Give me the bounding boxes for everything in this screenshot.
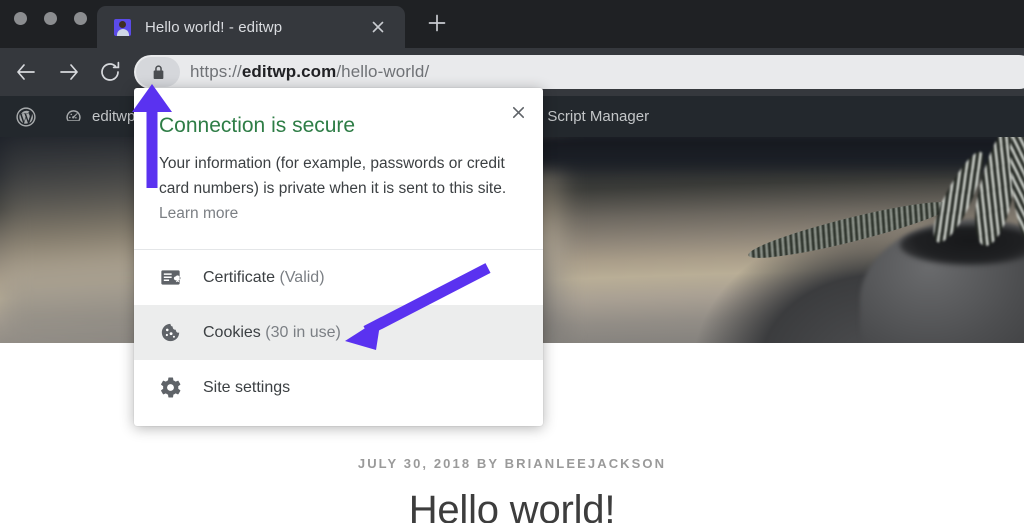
cookies-row[interactable]: Cookies (30 in use) [134, 305, 543, 360]
lock-icon[interactable] [136, 57, 180, 87]
close-window-button[interactable] [14, 12, 27, 25]
learn-more-link[interactable]: Learn more [159, 205, 238, 222]
url-host: editwp.com [242, 62, 337, 81]
url-scheme: https:// [190, 62, 242, 81]
connection-description-text: Your information (for example, passwords… [159, 155, 506, 197]
site-information-panel: Connection is secure Your information (f… [134, 88, 543, 426]
address-bar[interactable]: https://editwp.com/hello-world/ [134, 55, 1024, 89]
post-meta: JULY 30, 2018 BY BRIANLEEJACKSON [0, 456, 1024, 471]
certificate-icon [159, 267, 181, 289]
script-manager-menu[interactable]: Script Manager [547, 108, 649, 125]
site-name-label: editwp [92, 108, 135, 125]
url-path: /hello-world/ [336, 62, 429, 81]
window-controls[interactable] [14, 12, 87, 25]
gear-icon [159, 377, 181, 399]
reload-button[interactable] [97, 59, 123, 85]
tab-hello-world[interactable]: Hello world! - editwp [97, 6, 405, 48]
new-tab-button[interactable] [426, 12, 448, 34]
close-icon[interactable] [504, 98, 532, 126]
close-icon[interactable] [369, 18, 387, 36]
connection-status-heading: Connection is secure [159, 114, 543, 138]
cookies-count: (30 in use) [265, 324, 341, 341]
url-text: https://editwp.com/hello-world/ [190, 62, 429, 82]
back-button[interactable] [13, 59, 39, 85]
avatar-favicon-icon [114, 19, 131, 36]
cookies-label-text: Cookies [203, 324, 261, 341]
connection-description: Your information (for example, passwords… [159, 151, 514, 226]
gauge-icon [64, 107, 83, 126]
page-title: Hello world! [0, 488, 1024, 523]
hero-dark-band [460, 137, 1024, 177]
certificate-label: Certificate (Valid) [203, 269, 325, 287]
tab-strip: Hello world! - editwp [0, 0, 1024, 48]
wordpress-logo-icon[interactable] [15, 106, 37, 128]
tab-title: Hello world! - editwp [145, 19, 282, 36]
site-settings-row[interactable]: Site settings [134, 360, 543, 415]
browser-window: JULY 30, 2018 BY BRIANLEEJACKSON Hello w… [0, 0, 1024, 523]
minimize-window-button[interactable] [44, 12, 57, 25]
site-name-menu[interactable]: editwp [64, 107, 135, 126]
forward-button[interactable] [56, 59, 82, 85]
certificate-row[interactable]: Certificate (Valid) [134, 250, 543, 305]
cookie-icon [159, 322, 181, 344]
certificate-label-text: Certificate [203, 269, 275, 286]
site-settings-label: Site settings [203, 379, 290, 397]
maximize-window-button[interactable] [74, 12, 87, 25]
cookies-label: Cookies (30 in use) [203, 324, 341, 342]
certificate-status: (Valid) [279, 269, 324, 286]
